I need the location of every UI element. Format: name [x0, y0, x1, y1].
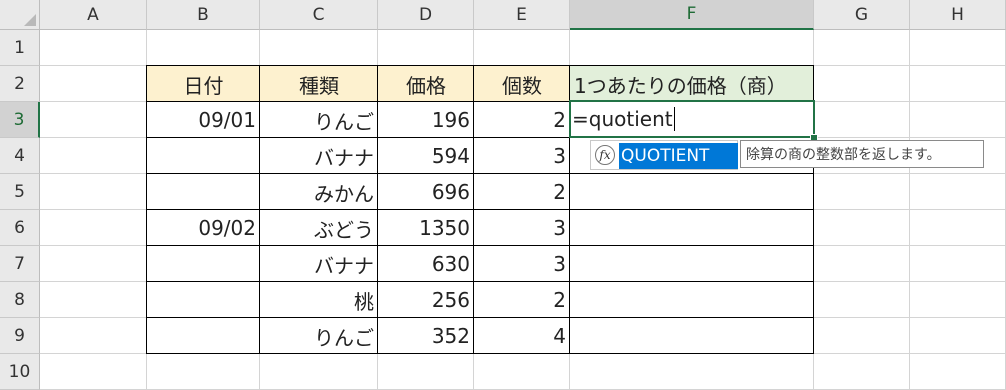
column-header-f[interactable]: F — [570, 0, 814, 30]
gridline-vertical — [909, 0, 910, 390]
table-header-cell[interactable]: 価格 — [378, 66, 474, 102]
table-cell[interactable]: りんご — [260, 102, 378, 138]
table-cell[interactable]: 696 — [378, 174, 474, 210]
table-border-horizontal — [146, 353, 814, 354]
row-header-4[interactable]: 4 — [0, 138, 40, 174]
table-cell[interactable]: バナナ — [260, 138, 378, 174]
table-cell[interactable]: りんご — [260, 318, 378, 354]
row-header-10[interactable]: 10 — [0, 354, 40, 390]
formula-input[interactable]: =quotient — [571, 102, 813, 136]
row-header-9[interactable]: 9 — [0, 318, 40, 354]
table-cell[interactable] — [147, 282, 260, 318]
table-cell[interactable]: 2 — [474, 102, 570, 138]
column-header-d[interactable]: D — [378, 0, 474, 30]
column-header-h[interactable]: H — [910, 0, 1006, 30]
table-border-horizontal — [146, 173, 814, 174]
active-cell-f3[interactable]: =quotient — [569, 100, 815, 138]
table-cell[interactable]: ぶどう — [260, 210, 378, 246]
row-header-5[interactable]: 5 — [0, 174, 40, 210]
select-all-triangle-icon — [24, 14, 36, 26]
row-header-8[interactable]: 8 — [0, 282, 40, 318]
column-header-a[interactable]: A — [40, 0, 147, 30]
column-header-b[interactable]: B — [147, 0, 260, 30]
row-header-7[interactable]: 7 — [0, 246, 40, 282]
table-cell[interactable]: 2 — [474, 174, 570, 210]
table-cell[interactable] — [147, 246, 260, 282]
table-cell[interactable]: みかん — [260, 174, 378, 210]
table-border-horizontal — [146, 245, 814, 246]
table-cell[interactable] — [147, 318, 260, 354]
table-cell[interactable]: 2 — [474, 282, 570, 318]
table-header-cell[interactable]: 個数 — [474, 66, 570, 102]
column-header-g[interactable]: G — [814, 0, 910, 30]
table-cell[interactable]: 256 — [378, 282, 474, 318]
table-border-horizontal — [146, 209, 814, 210]
table-cell[interactable] — [147, 138, 260, 174]
table-border-horizontal — [146, 65, 814, 66]
table-border-horizontal — [146, 317, 814, 318]
text-caret — [673, 107, 675, 131]
table-cell[interactable]: 594 — [378, 138, 474, 174]
table-cell[interactable]: 1350 — [378, 210, 474, 246]
table-cell[interactable]: 桃 — [260, 282, 378, 318]
table-header-cell[interactable]: 1つあたりの価格（商） — [570, 66, 814, 102]
table-cell[interactable]: 3 — [474, 210, 570, 246]
row-header-1[interactable]: 1 — [0, 30, 40, 66]
table-cell[interactable]: 09/02 — [147, 210, 260, 246]
column-header-e[interactable]: E — [474, 0, 570, 30]
table-cell[interactable]: 352 — [378, 318, 474, 354]
table-cell[interactable]: 3 — [474, 138, 570, 174]
select-all-corner[interactable] — [0, 0, 40, 30]
row-header-2[interactable]: 2 — [0, 66, 40, 102]
table-cell[interactable]: 196 — [378, 102, 474, 138]
table-cell[interactable]: バナナ — [260, 246, 378, 282]
table-cell[interactable] — [147, 174, 260, 210]
function-fx-icon: fx — [595, 145, 615, 165]
formula-text: =quotient — [572, 107, 673, 131]
table-cell[interactable]: 630 — [378, 246, 474, 282]
column-header-c[interactable]: C — [260, 0, 378, 30]
autocomplete-dropdown[interactable]: fx QUOTIENT — [590, 140, 738, 170]
table-cell[interactable]: 09/01 — [147, 102, 260, 138]
row-header-6[interactable]: 6 — [0, 210, 40, 246]
table-header-cell[interactable]: 種類 — [260, 66, 378, 102]
table-cell[interactable]: 4 — [474, 318, 570, 354]
table-cell[interactable]: 3 — [474, 246, 570, 282]
row-header-3[interactable]: 3 — [0, 102, 40, 138]
function-description-tooltip: 除算の商の整数部を返します。 — [740, 140, 984, 168]
spreadsheet-grid[interactable]: A B C D E F G H 1 2 3 4 5 6 7 8 9 10 日付 種類 価格 個数 1つあたりの価格（商） 09… — [0, 0, 1006, 390]
autocomplete-item-quotient[interactable]: QUOTIENT — [619, 143, 738, 169]
table-border-horizontal — [146, 281, 814, 282]
table-header-cell[interactable]: 日付 — [147, 66, 260, 102]
